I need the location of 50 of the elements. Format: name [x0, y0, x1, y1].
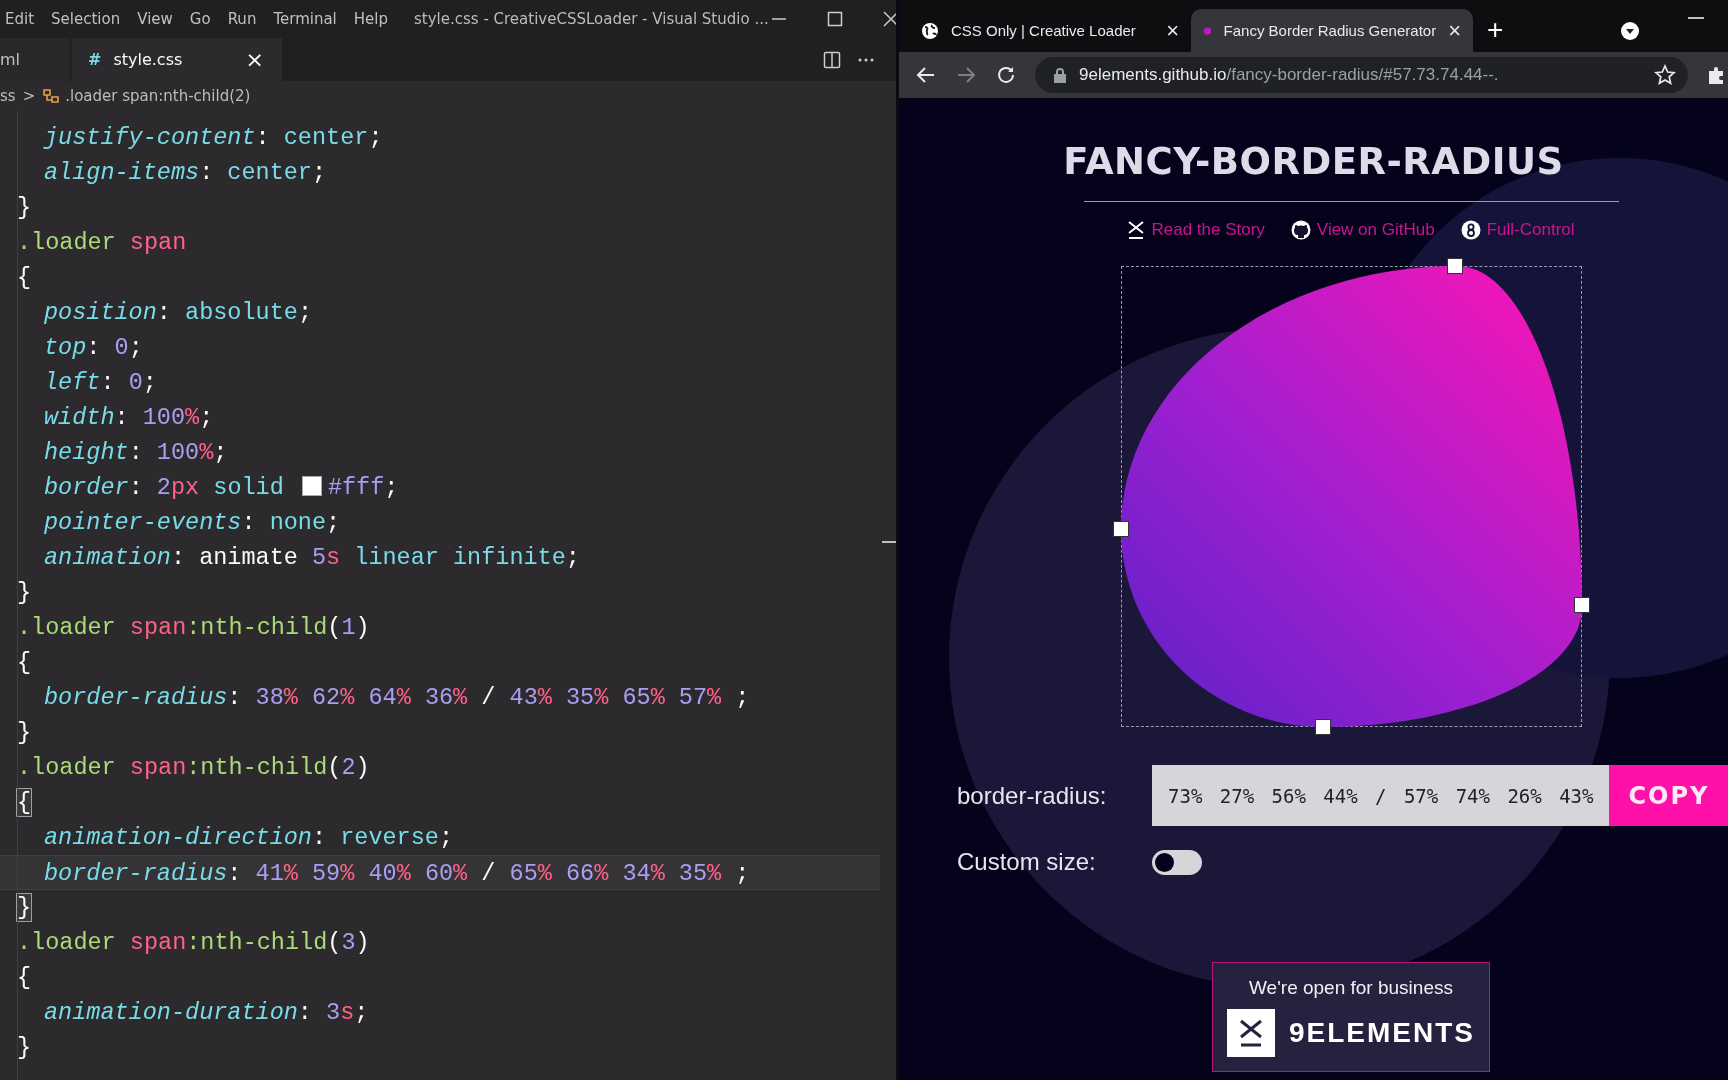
code-line: justify-content: center; — [42, 123, 384, 153]
code-line: } — [16, 193, 33, 223]
code-line: { — [16, 648, 33, 678]
ad-text: We're open for business — [1249, 977, 1453, 999]
code-line: border: 2px solid #fff; — [43, 473, 400, 503]
code-line: height: 100%; — [43, 438, 229, 468]
menu-item[interactable]: Selection — [46, 10, 129, 28]
code-line: { — [16, 263, 33, 293]
code-line: .loader span — [16, 228, 188, 258]
code-line: align-items: center; — [43, 158, 328, 188]
menu-item[interactable]: Edit — [0, 10, 43, 28]
menu-item[interactable]: View — [132, 10, 181, 28]
code-line: animation: animate 5s linear infinite; — [43, 543, 581, 573]
menu-item[interactable]: Go — [184, 10, 219, 28]
code-line: { — [16, 963, 33, 993]
editor-tab[interactable]: ml — [0, 38, 70, 81]
code-line: animation-direction: reverse; — [43, 823, 454, 853]
nav-link[interactable]: View on GitHub — [1290, 220, 1435, 240]
custom-size-label: Custom size: — [957, 848, 1097, 876]
page-title: FANCY-BORDER-RADIUS — [1063, 140, 1564, 183]
breadcrumb-item[interactable]: ss — [0, 87, 16, 105]
code-line: left: 0; — [43, 368, 158, 398]
menu-item[interactable]: Help — [348, 10, 396, 28]
code-line: animation-duration: 3s; — [43, 998, 370, 1028]
nav-link[interactable]: Read the Story — [1127, 220, 1265, 240]
border-radius-field[interactable]: 73% 27% 56% 44% / 57% 74% 26% 43% — [1152, 765, 1609, 826]
code-line: .loader span:nth-child(3) — [16, 928, 371, 958]
code-line: pointer-events: none; — [43, 508, 342, 538]
code-line: .loader span:nth-child(2) — [16, 753, 371, 783]
breadcrumb-separator: > — [22, 87, 36, 105]
code-line: } — [16, 1033, 33, 1063]
new-tab-button[interactable]: + — [1487, 14, 1504, 46]
code-line: } — [16, 718, 33, 748]
code-line: .loader span:nth-child(1) — [16, 613, 371, 643]
menu-item[interactable]: Terminal — [268, 10, 345, 28]
code-line: top: 0; — [43, 333, 144, 363]
border-radius-label: border-radius: — [957, 781, 1108, 810]
ad-banner[interactable]: We're open for business 9ELEMENTS — [1212, 962, 1490, 1072]
editor-tab[interactable]: # style.css × — [72, 38, 282, 81]
browser-tab[interactable]: CSS Only | Creative Loader × — [909, 9, 1191, 52]
address-bar[interactable]: 9elements.github.io/fancy-border-radius/#57.73.74.44--. — [1035, 57, 1688, 93]
code-line: width: 100%; — [43, 403, 215, 433]
code-line: } — [16, 578, 33, 608]
brand-name: 9ELEMENTS — [1289, 1017, 1475, 1049]
breadcrumb-item[interactable]: .loader span:nth-child(2) — [65, 87, 251, 105]
menu-item[interactable]: Run — [222, 10, 265, 28]
window-title: style.css - CreativeCSSLoader - Visual Studio ... — [414, 10, 769, 28]
code-line: border-radius: 38% 62% 64% 36% / 43% 35% 65% 57% ; — [43, 683, 751, 713]
code-line: position: absolute; — [43, 298, 313, 328]
browser-tab[interactable]: Fancy Border Radius Generator × — [1191, 9, 1473, 52]
